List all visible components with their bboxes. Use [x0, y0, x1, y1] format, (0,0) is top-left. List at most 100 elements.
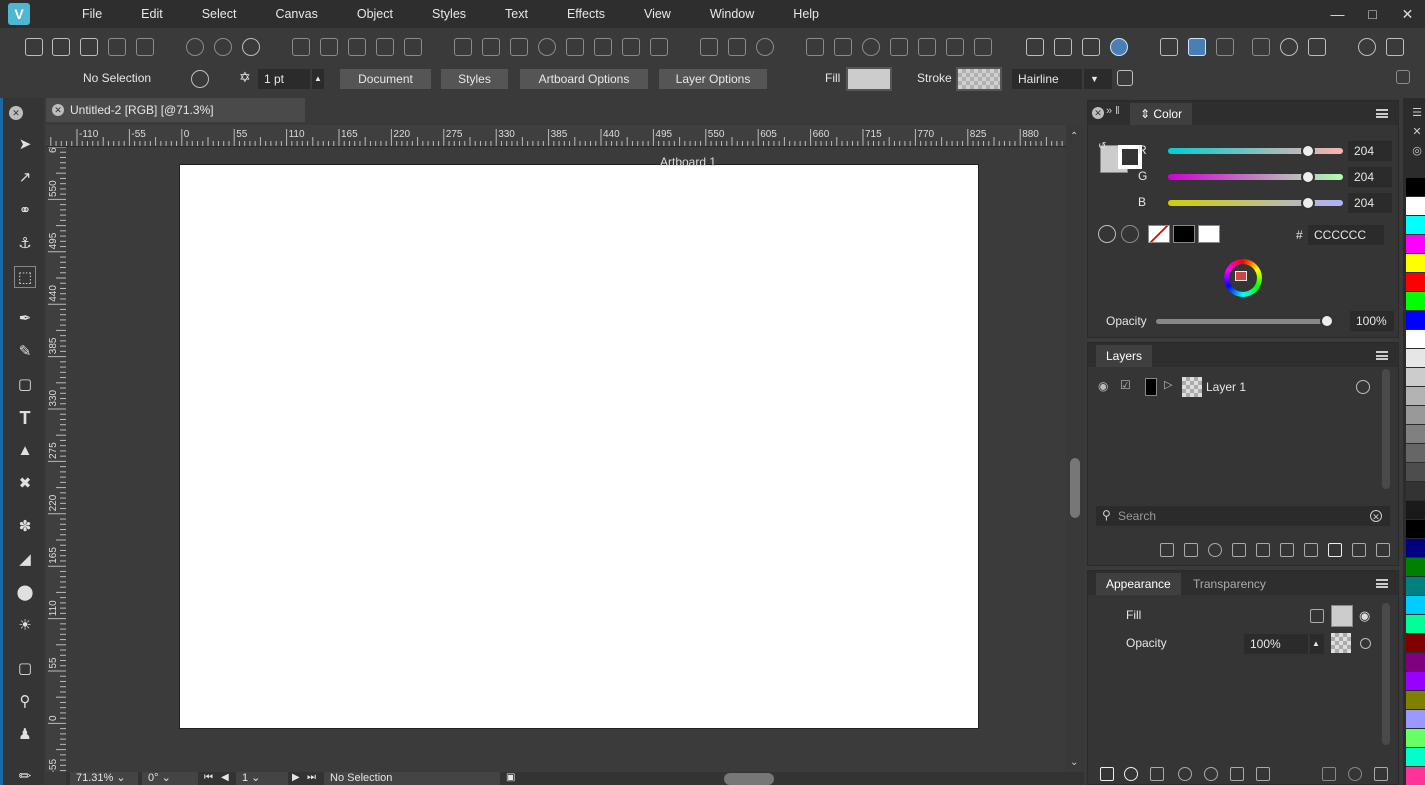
palette-swatch[interactable]	[1406, 406, 1425, 424]
trim-icon[interactable]	[594, 38, 612, 56]
divide-icon[interactable]	[566, 38, 584, 56]
pencil-tool-icon[interactable]: ✎	[14, 341, 36, 363]
palette-swatch[interactable]	[1406, 501, 1425, 519]
pen-tool-icon[interactable]: ✒	[14, 308, 36, 330]
exclude-icon[interactable]	[538, 38, 556, 56]
styles-button[interactable]: Styles	[441, 69, 508, 89]
tab-transparency[interactable]: Transparency	[1183, 573, 1276, 595]
maximize-icon[interactable]: □	[1355, 6, 1390, 22]
refresh-icon[interactable]	[242, 38, 260, 56]
flip-vertical-icon[interactable]	[320, 38, 338, 56]
color-panel-menu-icon[interactable]	[1376, 109, 1388, 118]
snap-grid-icon[interactable]	[1216, 38, 1234, 56]
transform-effect-icon[interactable]	[1230, 767, 1244, 781]
palette-swatch[interactable]	[1406, 558, 1425, 576]
distribute-icon[interactable]	[974, 38, 992, 56]
layers-panel-menu-icon[interactable]	[1376, 351, 1388, 360]
expand-triangle-icon[interactable]: ▷	[1164, 378, 1172, 391]
share-icon[interactable]	[108, 38, 126, 56]
camera-icon[interactable]	[1304, 543, 1318, 557]
color-wheel-icon[interactable]	[1224, 259, 1262, 297]
swap-colors-icon[interactable]: ↺	[1098, 141, 1106, 152]
align-middle-icon[interactable]	[946, 38, 964, 56]
panel-close-icon[interactable]: ✕	[1092, 107, 1104, 119]
snap-icon[interactable]	[1160, 38, 1178, 56]
panel-grid-icon[interactable]	[1396, 70, 1410, 84]
palette-menu-icon[interactable]: ☰	[1406, 106, 1425, 124]
search-clear-icon[interactable]: ✕	[1370, 510, 1382, 522]
menu-window[interactable]: Window	[690, 0, 773, 28]
grid-view-icon[interactable]	[1054, 38, 1072, 56]
green-slider-thumb[interactable]	[1301, 170, 1315, 184]
palette-swatch[interactable]	[1406, 444, 1425, 462]
palette-target-icon[interactable]: ◎	[1406, 144, 1425, 162]
document-button[interactable]: Document	[340, 69, 431, 89]
stroke-style-select[interactable]: Hairline	[1012, 69, 1082, 89]
subtract-icon[interactable]	[482, 38, 500, 56]
brush-settings-icon[interactable]	[1308, 38, 1326, 56]
palette-swatch[interactable]	[1406, 463, 1425, 481]
horizontal-scroll-thumb[interactable]	[724, 773, 774, 785]
stamp-tool-icon[interactable]: ♟	[14, 724, 36, 746]
palette-swatch[interactable]	[1406, 691, 1425, 709]
artboard[interactable]: Artboard 1	[179, 155, 979, 729]
stroke-width-input[interactable]: 1 pt	[258, 69, 310, 89]
layer-target-circle-icon[interactable]	[1356, 380, 1370, 394]
stroke-swatch[interactable]	[956, 67, 1002, 91]
first-page-icon[interactable]: ⏮	[204, 772, 213, 783]
menu-object[interactable]: Object	[337, 0, 412, 28]
intersect-icon[interactable]	[510, 38, 528, 56]
tab-layers[interactable]: Layers	[1096, 345, 1153, 367]
clip-icon[interactable]	[1208, 543, 1222, 557]
next-page-icon[interactable]: ▶	[292, 772, 300, 783]
prev-page-icon[interactable]: ◀	[221, 772, 229, 783]
style-icon[interactable]	[191, 70, 209, 88]
green-slider-track[interactable]	[1168, 174, 1343, 180]
brush-tool-icon[interactable]: ✽	[14, 516, 36, 538]
opacity-slider-track[interactable]	[1156, 319, 1328, 324]
layers-scrollbar[interactable]	[1382, 369, 1390, 489]
tools-close-icon[interactable]: ✕	[9, 106, 23, 120]
blue-value-input[interactable]: 204	[1348, 193, 1392, 213]
menu-canvas[interactable]: Canvas	[255, 0, 336, 28]
export-icon[interactable]	[80, 38, 98, 56]
palette-swatch[interactable]	[1406, 387, 1425, 405]
brush-effect-icon[interactable]	[1150, 767, 1164, 781]
palette-swatch[interactable]	[1406, 596, 1425, 614]
add-sublayer-icon[interactable]	[1328, 543, 1342, 557]
fill-swatch[interactable]	[846, 67, 892, 91]
palette-swatch[interactable]	[1406, 729, 1425, 747]
vertical-scroll-thumb[interactable]	[1070, 458, 1080, 518]
palette-swatch[interactable]	[1406, 710, 1425, 728]
white-swatch[interactable]	[1198, 225, 1220, 243]
align-bottom-icon[interactable]	[918, 38, 936, 56]
palette-swatch[interactable]	[1406, 311, 1425, 329]
add-fill-icon[interactable]	[1100, 767, 1114, 781]
menu-edit[interactable]: Edit	[121, 0, 182, 28]
palette-swatch[interactable]	[1406, 292, 1425, 310]
appearance-panel-menu-icon[interactable]	[1376, 579, 1388, 588]
share-alt-icon[interactable]	[136, 38, 154, 56]
palette-swatch[interactable]	[1406, 615, 1425, 633]
sparkle-icon[interactable]	[1204, 767, 1218, 781]
palette-swatch[interactable]	[1406, 178, 1425, 196]
symbol-icon[interactable]	[756, 38, 774, 56]
artboard-options-button[interactable]: Artboard Options	[520, 69, 648, 89]
layer-settings-icon[interactable]	[1160, 543, 1174, 557]
menu-file[interactable]: File	[52, 0, 121, 28]
blue-slider-thumb[interactable]	[1301, 196, 1315, 210]
crop-shape-icon[interactable]	[650, 38, 668, 56]
eyedropper-icon[interactable]	[1098, 225, 1116, 243]
hex-input[interactable]: CCCCCC	[1308, 225, 1384, 245]
grid-layer-icon[interactable]	[1280, 543, 1294, 557]
panel-collapse-icon[interactable]: » ‖	[1106, 105, 1120, 117]
appearance-opacity-stepper[interactable]: ▲	[1310, 634, 1324, 654]
palette-swatch[interactable]	[1406, 254, 1425, 272]
palette-swatch[interactable]	[1406, 577, 1425, 595]
import-icon[interactable]	[52, 38, 70, 56]
spiral-tool-icon[interactable]: ☀	[14, 615, 36, 637]
mask-icon[interactable]	[1232, 543, 1246, 557]
blue-slider-track[interactable]	[1168, 200, 1343, 206]
palette-swatch[interactable]	[1406, 273, 1425, 291]
node-tool-icon[interactable]: ⚭	[14, 200, 36, 222]
